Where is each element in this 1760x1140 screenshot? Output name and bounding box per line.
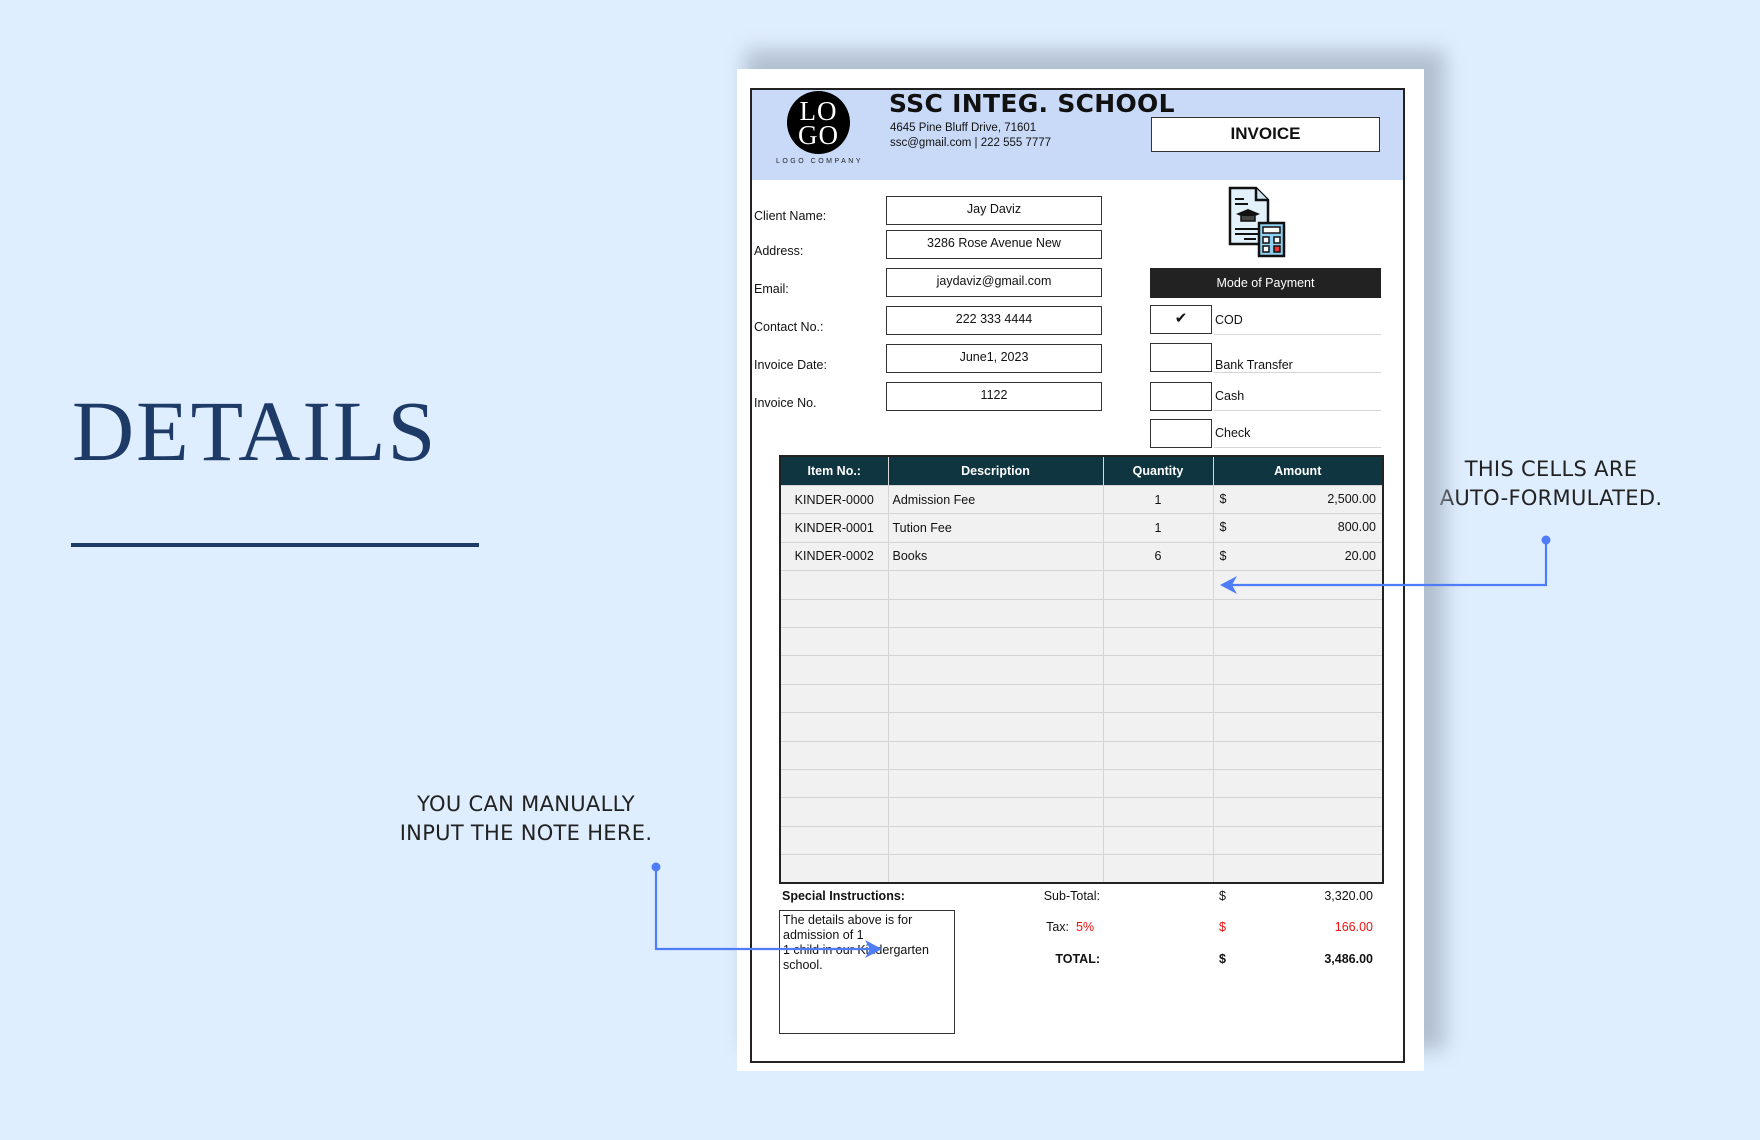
- manual-note-arrow: [651, 862, 882, 958]
- callout-arrows: [651, 535, 1551, 958]
- callout-line: [654, 867, 872, 951]
- auto-formula-arrow: [1220, 535, 1551, 594]
- callout-line: [1230, 540, 1548, 587]
